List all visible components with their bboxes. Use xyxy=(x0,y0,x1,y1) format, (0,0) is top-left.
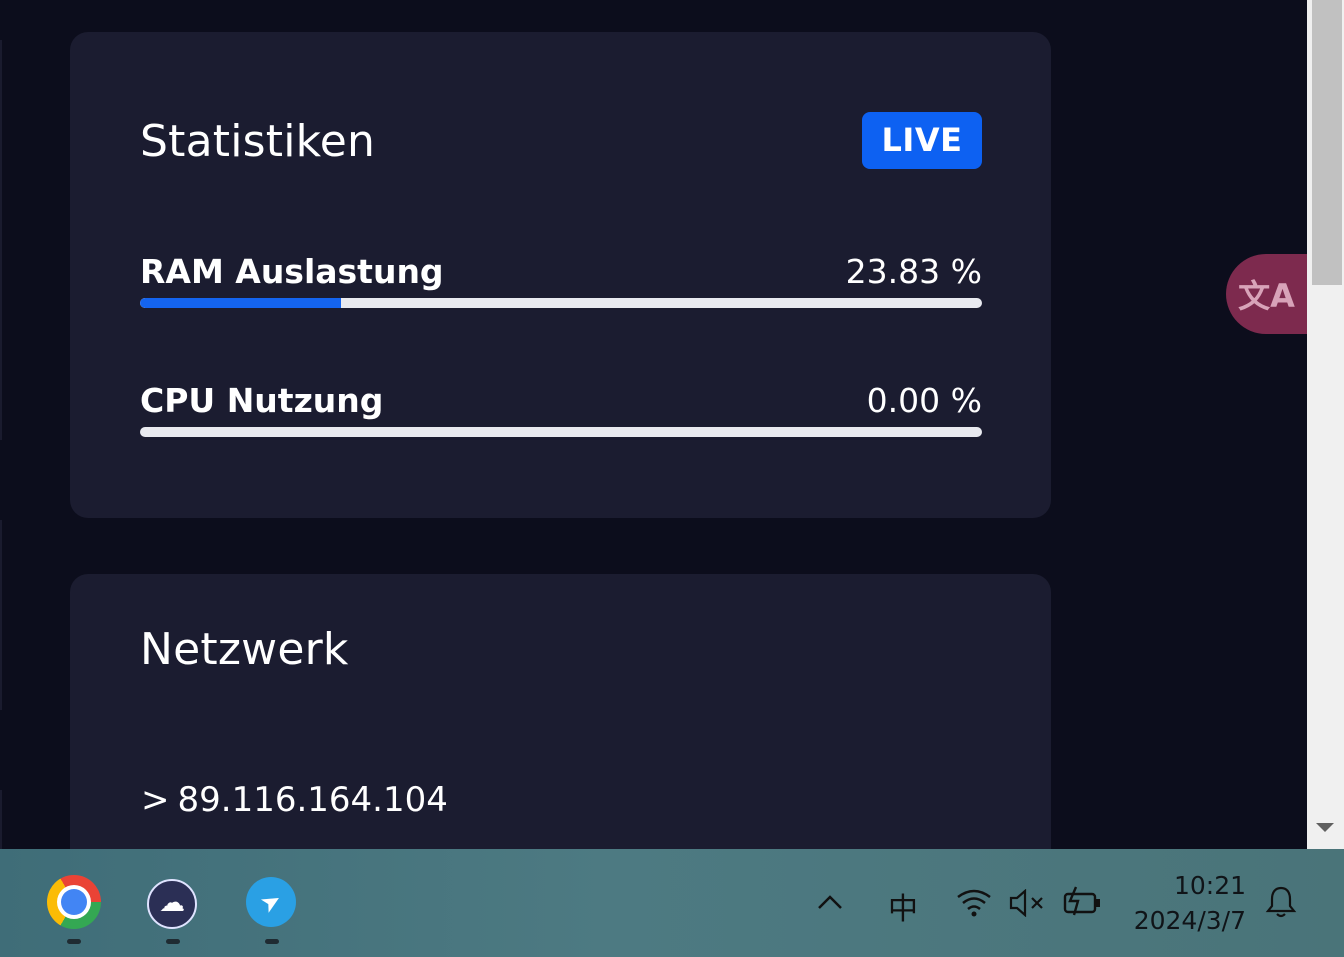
live-badge: LIVE xyxy=(862,112,982,169)
ip-row[interactable]: > 89.116.164.104 xyxy=(141,780,448,820)
chrome-icon[interactable] xyxy=(47,875,101,929)
telegram-icon[interactable] xyxy=(246,877,296,927)
ram-progress-bar xyxy=(140,298,982,308)
cloud-app-icon[interactable] xyxy=(147,879,197,929)
scroll-down-arrow-icon[interactable] xyxy=(1316,823,1334,832)
wifi-icon[interactable] xyxy=(955,887,993,917)
battery-charging-icon[interactable] xyxy=(1062,885,1102,917)
left-edge-decoration xyxy=(0,40,2,440)
ram-value: 23.83 % xyxy=(845,252,982,291)
translate-button[interactable]: 文A xyxy=(1226,254,1307,334)
ime-indicator[interactable]: 中 xyxy=(888,884,918,928)
clock-date[interactable]: 2024/3/7 xyxy=(1120,906,1246,935)
left-edge-decoration xyxy=(0,520,2,710)
cpu-value: 0.00 % xyxy=(866,381,982,420)
clock-time[interactable]: 10:21 xyxy=(1150,871,1246,900)
ram-progress-fill xyxy=(140,298,341,308)
stats-title: Statistiken xyxy=(140,116,376,167)
left-edge-decoration xyxy=(0,790,2,849)
ip-address: 89.116.164.104 xyxy=(177,780,448,820)
cpu-label: CPU Nutzung xyxy=(140,381,384,420)
running-indicator xyxy=(166,939,180,944)
network-title: Netzwerk xyxy=(140,624,349,675)
volume-muted-icon[interactable] xyxy=(1008,889,1046,917)
page-background: Statistiken LIVE RAM Auslastung 23.83 % … xyxy=(0,0,1307,849)
cpu-progress-bar xyxy=(140,427,982,437)
scrollbar-thumb[interactable] xyxy=(1312,0,1342,285)
taskbar: 中 10:21 2024/3/7 xyxy=(0,849,1344,957)
show-hidden-icons-chevron-icon[interactable] xyxy=(817,894,843,910)
ram-label: RAM Auslastung xyxy=(140,252,444,291)
translate-icon: 文A xyxy=(1238,277,1295,315)
running-indicator xyxy=(67,939,81,944)
running-indicator xyxy=(265,939,279,944)
bell-icon[interactable] xyxy=(1265,885,1297,919)
chevron-right-icon: > xyxy=(141,780,170,820)
stats-card: Statistiken LIVE RAM Auslastung 23.83 % … xyxy=(70,32,1051,518)
